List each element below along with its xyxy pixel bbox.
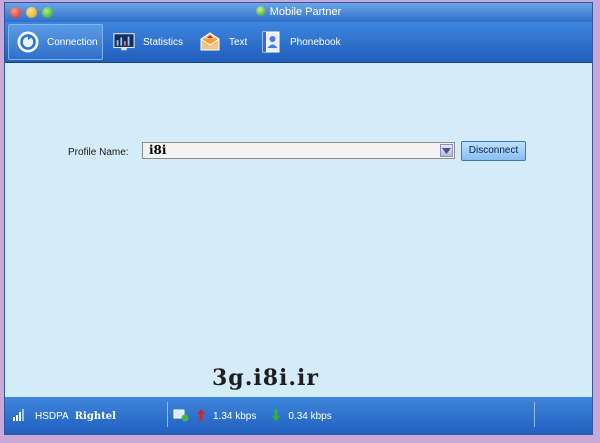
- tab-text[interactable]: Text: [191, 24, 251, 60]
- tab-connection[interactable]: Connection: [8, 24, 103, 60]
- download-speed: 0.34 kbps: [288, 410, 332, 422]
- title-area: Mobile Partner: [5, 6, 592, 18]
- envelope-icon: [199, 31, 221, 53]
- app-window: Mobile Partner Connection Statistics Tex…: [4, 2, 593, 435]
- disconnect-button[interactable]: Disconnect: [461, 141, 526, 161]
- upload-arrow-icon: [197, 408, 205, 424]
- status-divider-right: [534, 402, 535, 427]
- tab-text-label: Text: [229, 36, 248, 48]
- profile-name-value: i8i: [149, 143, 167, 157]
- profile-name-label: Profile Name:: [68, 147, 129, 158]
- title-bar: Mobile Partner: [5, 3, 592, 22]
- phonebook-icon: [260, 31, 282, 53]
- signal-strength-icon: [13, 408, 25, 424]
- chevron-down-icon[interactable]: [440, 144, 453, 157]
- connection-panel: Profile Name: i8i Disconnect 3g.i8i.ir: [5, 63, 592, 397]
- network-activity-icon: [173, 408, 189, 425]
- tab-statistics[interactable]: Statistics: [105, 24, 190, 60]
- tab-phonebook-label: Phonebook: [290, 36, 341, 48]
- tab-phonebook[interactable]: Phonebook: [252, 24, 347, 60]
- network-operator: Rightel: [74, 410, 116, 422]
- window-title: Mobile Partner: [269, 6, 342, 18]
- tab-statistics-label: Statistics: [143, 36, 184, 48]
- app-logo-icon: [255, 6, 266, 16]
- watermark-text: 3g.i8i.ir: [212, 365, 319, 391]
- upload-speed: 1.34 kbps: [213, 410, 257, 422]
- statistics-icon: [113, 31, 135, 53]
- traffic-status: 1.34 kbps 0.34 kbps: [173, 397, 332, 434]
- download-arrow-icon: [272, 408, 281, 424]
- profile-name-select[interactable]: i8i: [142, 142, 455, 159]
- main-toolbar: Connection Statistics Text Phonebook: [5, 22, 592, 63]
- tab-connection-label: Connection: [47, 36, 98, 48]
- signal-status: HSDPA Rightel: [13, 397, 116, 434]
- status-bar: HSDPA Rightel 1.34 kbps 0.34 kbps: [5, 397, 592, 434]
- status-divider: [167, 402, 168, 427]
- network-type: HSDPA: [35, 410, 69, 422]
- connection-icon: [17, 31, 39, 53]
